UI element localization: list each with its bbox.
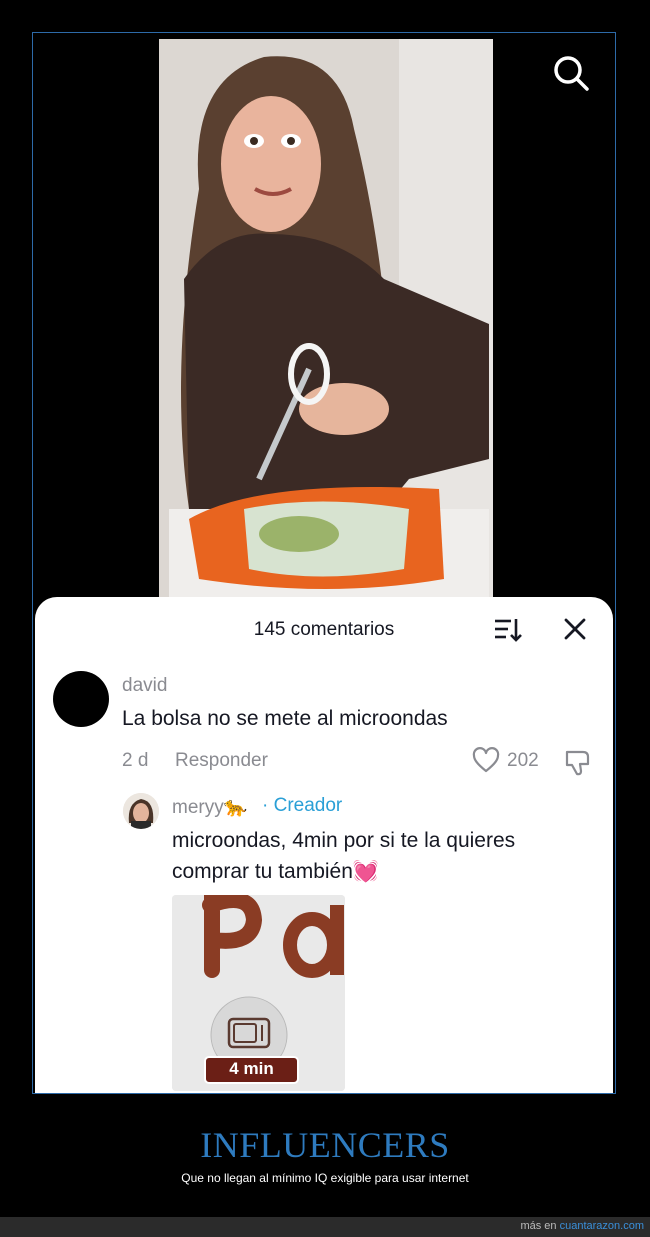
- close-icon[interactable]: [563, 617, 587, 641]
- footer-credit: más en cuantarazon.com: [520, 1220, 644, 1232]
- caption-subtitle: Que no llegan al mínimo IQ exigible para…: [181, 1171, 469, 1185]
- video-still: [159, 39, 493, 609]
- video-frame[interactable]: [159, 39, 493, 609]
- reply-username[interactable]: meryy🐆: [172, 795, 247, 819]
- badge-separator: ·: [262, 795, 274, 816]
- dislike-icon[interactable]: [563, 747, 593, 777]
- avatar-image: [123, 793, 159, 829]
- comment-age: 2 d: [122, 750, 149, 771]
- screenshot-frame: 145 comentarios david La bolsa no se met…: [32, 32, 616, 1094]
- reply-image[interactable]: 4 min: [172, 895, 345, 1091]
- avatar[interactable]: [123, 793, 159, 829]
- footer-prefix: más en: [520, 1220, 557, 1232]
- like-count: 202: [507, 750, 539, 771]
- heart-icon[interactable]: [472, 747, 500, 775]
- avatar[interactable]: [53, 671, 109, 727]
- footer-bar: más en cuantarazon.com: [0, 1217, 650, 1237]
- comments-panel: 145 comentarios david La bolsa no se met…: [35, 597, 613, 1093]
- creator-label: Creador: [273, 795, 343, 816]
- reply-button[interactable]: Responder: [175, 750, 268, 772]
- comment-text: La bolsa no se mete al microondas: [122, 707, 448, 730]
- search-icon[interactable]: [551, 53, 591, 93]
- site-link[interactable]: cuantarazon.com: [560, 1220, 644, 1232]
- sort-icon[interactable]: [493, 615, 523, 645]
- reply-text: microondas, 4min por si te la quieres co…: [172, 829, 516, 883]
- cook-time-label: 4 min: [229, 1059, 274, 1078]
- comment-username[interactable]: david: [122, 675, 167, 697]
- creator-badge: · Creador: [262, 795, 342, 817]
- caption-title: INFLUENCERS: [200, 1125, 450, 1165]
- comments-count: 145 comentarios: [253, 619, 395, 640]
